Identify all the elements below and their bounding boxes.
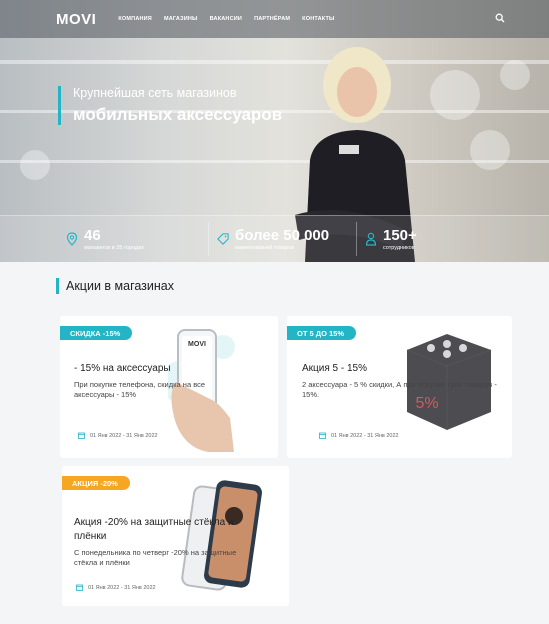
- logo[interactable]: MOVI: [56, 11, 96, 28]
- calendar-icon: [319, 432, 326, 439]
- promo-card-description: При покупке телефона, скидка на все аксе…: [74, 380, 206, 399]
- promo-card-title[interactable]: Акция -20% на защитные стёкла и плёнки: [74, 516, 244, 544]
- bokeh-light: [470, 130, 510, 170]
- promo-badge: ОТ 5 ДО 15%: [287, 326, 357, 340]
- calendar-icon: [76, 584, 83, 591]
- stat-value: более 50 000: [235, 226, 330, 244]
- hero-subtitle: Крупнейшая сеть магазинов: [73, 86, 237, 100]
- promo-card-date: 01 Янв 2022 - 31 Янв 2022: [76, 584, 156, 591]
- nav-item-partners[interactable]: ПАРТНЁРАМ: [254, 16, 290, 22]
- tag-icon: [217, 233, 229, 245]
- nav-item-contacts[interactable]: КОНТАКТЫ: [302, 16, 334, 22]
- top-header: MOVI КОМПАНИЯ МАГАЗИНЫ ВАКАНСИИ ПАРТНЁРА…: [0, 0, 549, 38]
- stat-employees: 150+ сотрудников: [356, 222, 506, 256]
- main-nav: КОМПАНИЯ МАГАЗИНЫ ВАКАНСИИ ПАРТНЁРАМ КОН…: [118, 16, 334, 22]
- shelf-line: [0, 160, 549, 163]
- promo-card-date: 01 Янв 2022 - 31 Янв 2022: [78, 432, 158, 439]
- stat-products: более 50 000 наименований товаров: [208, 222, 356, 256]
- shelf-line: [0, 60, 549, 64]
- promo-section-title: Акции в магазинах: [56, 278, 174, 294]
- date-range: 01 Янв 2022 - 31 Янв 2022: [331, 432, 399, 439]
- nav-item-vacancies[interactable]: ВАКАНСИИ: [210, 16, 242, 22]
- search-icon[interactable]: [495, 13, 505, 23]
- hero-headline: Крупнейшая сеть магазинов мобильных аксе…: [58, 86, 282, 125]
- bokeh-light: [20, 150, 50, 180]
- promo-card-title[interactable]: - 15% на аксессуары: [74, 362, 204, 376]
- nav-item-stores[interactable]: МАГАЗИНЫ: [164, 16, 198, 22]
- calendar-icon: [78, 432, 85, 439]
- promo-card-title[interactable]: Акция 5 - 15%: [302, 362, 442, 376]
- stat-value: 46: [84, 226, 101, 244]
- promo-card-description: 2 аксессуара - 5 % скидки, А при покупке…: [302, 380, 497, 399]
- stat-stores: 46 магазинов в 25 городах: [58, 222, 208, 256]
- hero-title: мобильных аксессуаров: [73, 105, 283, 124]
- promo-card-date: 01 Янв 2022 - 31 Янв 2022: [319, 432, 399, 439]
- promo-card-description: С понедельника по четверг -20% на защитн…: [74, 548, 237, 567]
- location-pin-icon: [66, 232, 78, 246]
- promo-badge: СКИДКА -15%: [60, 326, 133, 340]
- promo-card-bundle[interactable]: 5% ОТ 5 ДО 15% Акция 5 - 15% 2 аксессуар…: [287, 316, 512, 458]
- promo-title: Акции в магазинах: [66, 279, 174, 293]
- stats-bar: 46 магазинов в 25 городах более 50 000 н…: [0, 215, 549, 262]
- person-icon: [365, 232, 377, 246]
- stat-value: 150+: [383, 226, 417, 244]
- bokeh-light: [430, 70, 480, 120]
- stat-label: сотрудников: [383, 244, 415, 251]
- nav-item-company[interactable]: КОМПАНИЯ: [118, 16, 152, 22]
- promo-badge: АКЦИЯ -20%: [62, 476, 130, 490]
- bokeh-light: [500, 60, 530, 90]
- promo-card-screen-protectors[interactable]: АКЦИЯ -20% Акция -20% на защитные стёкла…: [62, 466, 289, 606]
- date-range: 01 Янв 2022 - 31 Янв 2022: [90, 432, 158, 439]
- promo-card-accessories[interactable]: MOVI СКИДКА -15% - 15% на аксессуары При…: [60, 316, 278, 458]
- date-range: 01 Янв 2022 - 31 Янв 2022: [88, 584, 156, 591]
- stat-label: наименований товаров: [235, 244, 295, 251]
- hero-banner: Крупнейшая сеть магазинов мобильных аксе…: [0, 0, 549, 262]
- title-accent-bar: [56, 278, 59, 294]
- stat-label: магазинов в 25 городах: [84, 244, 144, 251]
- phone-screen-logo: MOVI: [188, 341, 206, 348]
